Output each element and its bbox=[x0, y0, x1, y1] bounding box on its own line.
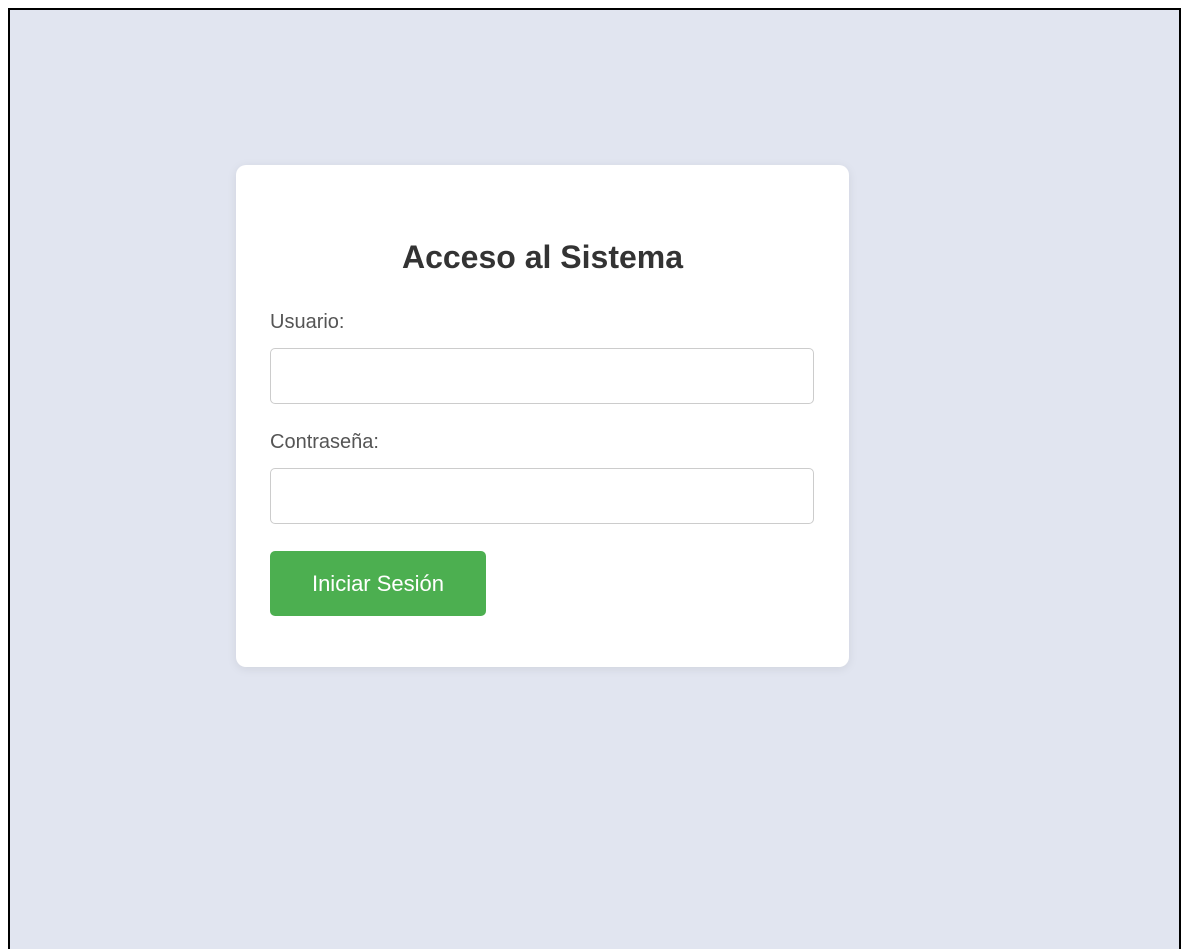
username-input[interactable] bbox=[270, 348, 814, 404]
page-background: Acceso al Sistema Usuario: Contraseña: I… bbox=[8, 8, 1181, 949]
login-submit-button[interactable]: Iniciar Sesión bbox=[270, 551, 486, 616]
login-card: Acceso al Sistema Usuario: Contraseña: I… bbox=[236, 165, 849, 667]
password-input[interactable] bbox=[270, 468, 814, 524]
login-title: Acceso al Sistema bbox=[401, 239, 684, 275]
password-label: Contraseña: bbox=[270, 431, 379, 453]
username-label: Usuario: bbox=[270, 311, 345, 333]
